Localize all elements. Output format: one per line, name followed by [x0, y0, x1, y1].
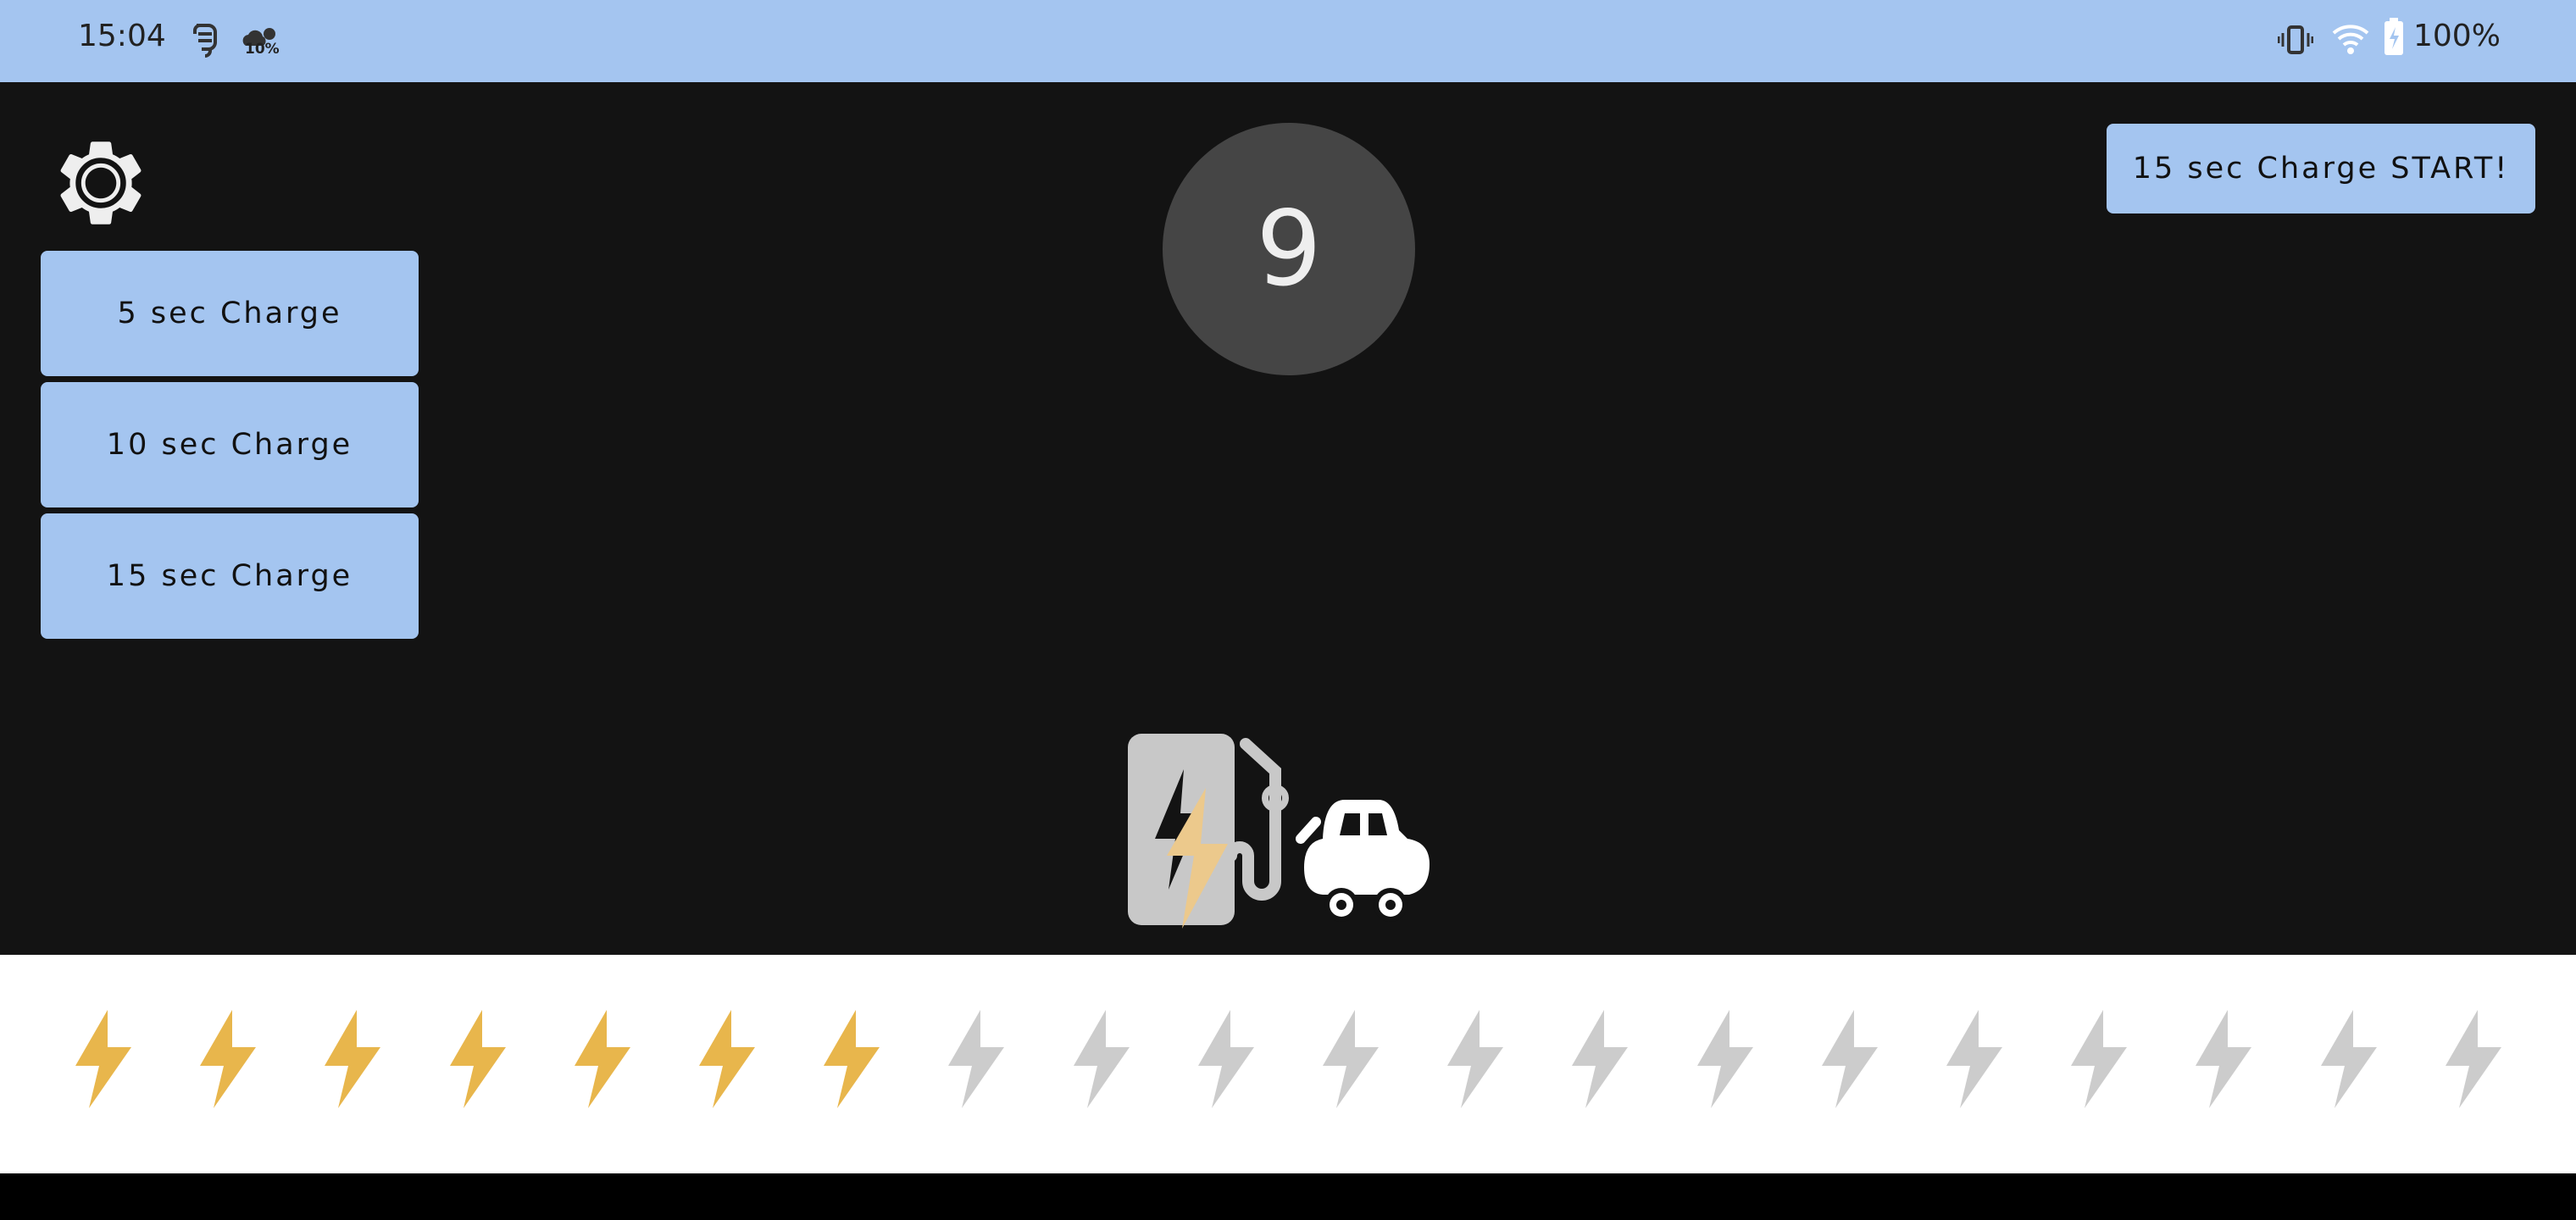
charge-bolt-icon [699, 1010, 755, 1108]
battery-percent: 100% [2413, 19, 2501, 53]
wifi-icon [2332, 25, 2369, 54]
battery-icon [2384, 18, 2403, 55]
car-icon [1296, 800, 1430, 922]
charge-bolt-icon [2071, 1010, 2127, 1108]
charging-station-icon [1128, 734, 1289, 925]
charge-bolt-icon [1697, 1010, 1753, 1108]
nav-bar [0, 1173, 2576, 1220]
charge-meter-tray [0, 955, 2576, 1173]
charge-bolt-icon [575, 1010, 630, 1108]
notification-icon [193, 24, 217, 58]
charge-bolt-icon [75, 1010, 131, 1108]
charge-15-button[interactable]: 15 sec Charge [41, 513, 419, 639]
status-bar: 15:04 10% 100% [0, 0, 2576, 82]
charge-bolt-icon [2446, 1010, 2501, 1108]
charge-bolt-icon [1074, 1010, 1130, 1108]
charge-bolt-icon [1946, 1010, 2002, 1108]
charge-10-button[interactable]: 10 sec Charge [41, 382, 419, 507]
charge-bolt-icon [1198, 1010, 1254, 1108]
charge-bolt-icon [2196, 1010, 2251, 1108]
charge-bolt-icon [1572, 1010, 1628, 1108]
charge-5-button[interactable]: 5 sec Charge [41, 251, 419, 376]
gear-icon[interactable] [49, 131, 153, 235]
charge-bolt-icon [450, 1010, 506, 1108]
status-time: 15:04 [78, 19, 166, 53]
ev-charging-illustration [1128, 734, 1430, 929]
start-charge-button[interactable]: 15 sec Charge START! [2107, 124, 2535, 214]
charge-bolt-icon [325, 1010, 380, 1108]
weather-percent: 10% [245, 41, 280, 58]
charge-bolt-icon [948, 1010, 1004, 1108]
charge-bolt-icon [1447, 1010, 1503, 1108]
charge-bolt-icon [1323, 1010, 1379, 1108]
charge-bolt-icon [2321, 1010, 2377, 1108]
countdown-counter: 9 [1163, 123, 1415, 375]
vibrate-icon [2278, 25, 2313, 54]
charge-bolt-icon [1822, 1010, 1878, 1108]
charge-bolt-icon [824, 1010, 880, 1108]
charge-bolt-icon [200, 1010, 256, 1108]
